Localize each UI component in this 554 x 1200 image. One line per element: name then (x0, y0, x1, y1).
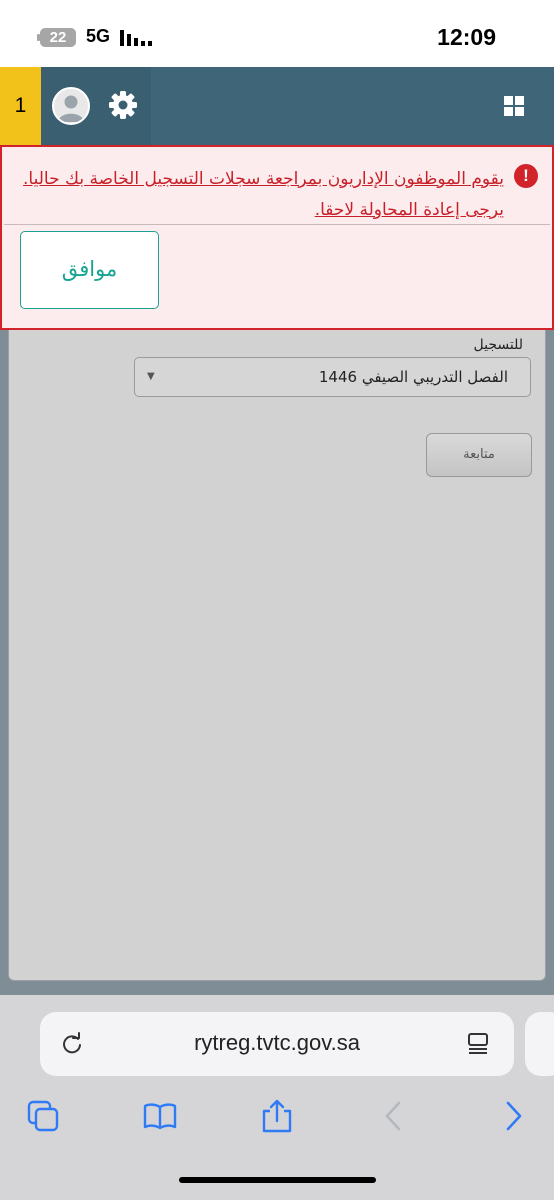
semester-selected-value: الفصل التدريبي الصيفي 1446 (318, 368, 508, 386)
browser-bar: rytreg.tvtc.gov.sa (0, 995, 554, 1200)
clock: 12:09 (437, 24, 496, 50)
home-indicator (179, 1177, 376, 1183)
url-text[interactable]: rytreg.tvtc.gov.sa (40, 1030, 514, 1056)
app-header: 1 (0, 67, 554, 145)
status-bar: 22 5G 12:09 (0, 0, 554, 67)
error-icon: ! (514, 164, 538, 188)
header-tools (41, 67, 151, 145)
signal-icon (120, 30, 152, 46)
address-bar[interactable]: rytreg.tvtc.gov.sa (40, 1012, 514, 1076)
grid-icon[interactable] (504, 96, 524, 116)
next-tab-pill[interactable] (525, 1012, 554, 1076)
forward-icon[interactable] (496, 1099, 530, 1133)
continue-button[interactable]: متابعة (426, 433, 532, 477)
back-icon[interactable] (377, 1099, 411, 1133)
battery-indicator: 22 (40, 28, 76, 47)
user-icon (58, 95, 84, 122)
semester-select[interactable]: الفصل التدريبي الصيفي 1446 ▼ (134, 357, 531, 397)
tabs-icon[interactable] (26, 1099, 60, 1133)
chevron-down-icon: ▼ (147, 371, 155, 382)
error-message: يقوم الموظفون الإداريون بمراجعة سجلات ال… (23, 169, 504, 220)
reader-icon[interactable] (466, 1032, 490, 1056)
bookmarks-icon[interactable] (143, 1099, 177, 1133)
counter-badge[interactable]: 1 (0, 67, 41, 145)
semester-label: للتسجيل (473, 337, 523, 353)
error-dialog: ! يقوم الموظفون الإداريون بمراجعة سجلات … (0, 145, 554, 330)
network-type: 5G (86, 26, 111, 46)
dialog-divider (4, 224, 550, 225)
avatar[interactable] (52, 87, 90, 125)
ok-button[interactable]: موافق (20, 231, 159, 309)
share-icon[interactable] (260, 1099, 294, 1133)
gear-icon[interactable] (107, 89, 139, 121)
